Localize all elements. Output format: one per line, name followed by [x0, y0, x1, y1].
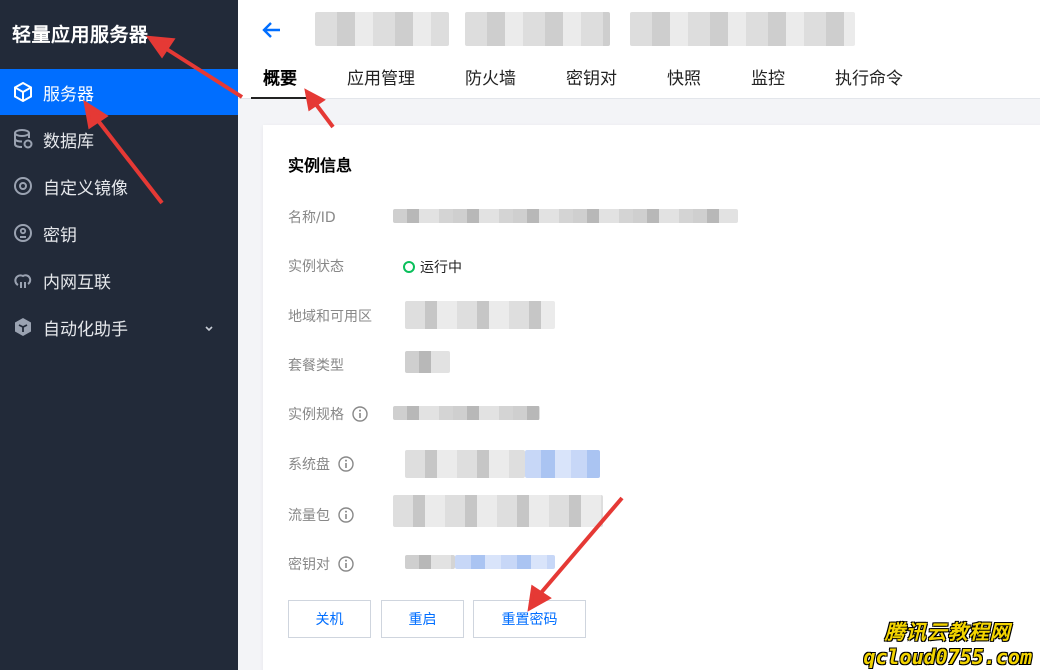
- tab-overview[interactable]: 概要: [251, 64, 309, 99]
- sidebar-item-automation[interactable]: 自动化助手: [0, 304, 238, 350]
- tab-bar: 概要 应用管理 防火墙 密钥对 快照 监控 执行命令: [251, 64, 953, 99]
- info-icon: [352, 406, 368, 422]
- info-icon: [338, 507, 354, 523]
- instance-name-redacted: [315, 12, 449, 46]
- label-keypair: 密钥对: [288, 554, 354, 574]
- value-keypair-link[interactable]: [455, 555, 555, 569]
- sidebar-item-key[interactable]: 密钥: [0, 210, 238, 256]
- database-icon: [12, 128, 34, 150]
- sidebar-item-intranet[interactable]: 内网互联: [0, 257, 238, 303]
- label-region: 地域和可用区: [288, 309, 372, 325]
- label-spec: 实例规格: [288, 404, 368, 424]
- header: 概要 应用管理 防火墙 密钥对 快照 监控 执行命令: [238, 0, 1040, 99]
- tab-run-command[interactable]: 执行命令: [835, 64, 903, 99]
- sidebar-item-label: 自动化助手: [43, 319, 128, 340]
- instance-id-redacted: [465, 12, 610, 46]
- sidebar-item-label: 自定义镜像: [43, 178, 128, 199]
- network-icon: [12, 269, 34, 291]
- value-disk: [405, 450, 525, 478]
- value-keypair: [405, 555, 455, 569]
- sidebar-item-database[interactable]: 数据库: [0, 116, 238, 162]
- value-traffic: [393, 495, 603, 527]
- instance-info-card: 实例信息 名称/ID 实例状态 运行中 地域和可用区 套餐类型 实例规格 系统盘…: [263, 125, 1040, 670]
- disc-icon: [12, 175, 34, 197]
- label-name-id: 名称/ID: [288, 210, 336, 226]
- reset-password-button[interactable]: 重置密码: [473, 600, 586, 638]
- status-dot-icon: [403, 261, 415, 273]
- key-icon: [12, 222, 34, 244]
- sidebar-item-server[interactable]: 服务器: [0, 69, 238, 115]
- sidebar-item-label: 内网互联: [43, 272, 111, 293]
- main-content: 概要 应用管理 防火墙 密钥对 快照 监控 执行命令 实例信息 名称/ID 实例…: [238, 0, 1040, 670]
- sidebar: 轻量应用服务器 服务器 数据库 自定义镜像 密钥 内网互联 自动化助手: [0, 0, 238, 670]
- tab-keypair[interactable]: 密钥对: [566, 64, 617, 99]
- label-disk: 系统盘: [288, 454, 354, 474]
- shutdown-button[interactable]: 关机: [288, 600, 371, 638]
- tab-monitor[interactable]: 监控: [751, 64, 785, 99]
- sidebar-item-label: 数据库: [43, 131, 94, 152]
- back-arrow-icon[interactable]: [260, 18, 284, 42]
- value-disk-link[interactable]: [525, 450, 600, 478]
- sidebar-item-custom-image[interactable]: 自定义镜像: [0, 163, 238, 209]
- section-title: 实例信息: [288, 156, 353, 175]
- value-region: [405, 301, 555, 329]
- value-plan: [405, 351, 450, 373]
- tab-snapshot[interactable]: 快照: [667, 64, 701, 99]
- watermark: 腾讯云教程网 qcloud0755.com: [863, 620, 1032, 669]
- label-plan: 套餐类型: [288, 358, 344, 374]
- tab-app-management[interactable]: 应用管理: [347, 64, 415, 99]
- info-icon: [338, 456, 354, 472]
- cube-icon: [12, 81, 34, 103]
- tab-firewall[interactable]: 防火墙: [465, 64, 516, 99]
- automation-icon: [12, 316, 34, 338]
- instance-extra-redacted: [630, 12, 855, 46]
- restart-button[interactable]: 重启: [381, 600, 464, 638]
- value-name-id: [393, 209, 738, 223]
- value-spec: [393, 406, 540, 420]
- info-icon: [338, 556, 354, 572]
- sidebar-item-label: 密钥: [43, 225, 77, 246]
- app-title: 轻量应用服务器: [12, 24, 149, 46]
- status-badge: 运行中: [403, 257, 462, 277]
- label-traffic: 流量包: [288, 505, 354, 525]
- sidebar-item-label: 服务器: [43, 84, 94, 105]
- chevron-down-icon: [204, 319, 214, 339]
- label-status: 实例状态: [288, 259, 344, 275]
